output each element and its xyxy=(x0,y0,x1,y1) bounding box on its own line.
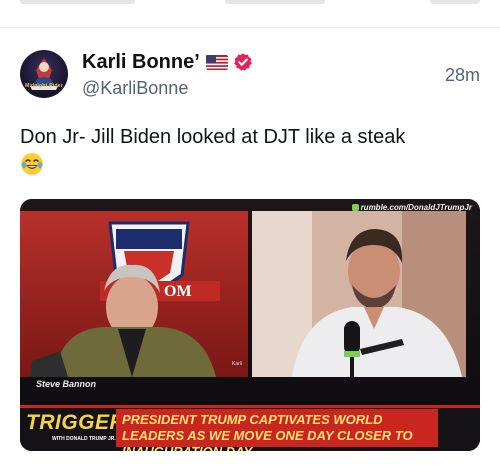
avatar-caption: Midnight Rider xyxy=(25,83,63,89)
video-panel-guest: OM Karli xyxy=(20,211,248,377)
top-divider xyxy=(0,27,500,28)
lower-third-banner: TRIGGERED WITH DONALD TRUMP JR. PRESIDEN… xyxy=(20,405,480,451)
guest-name-label: Steve Bannon xyxy=(36,379,97,389)
guest-scene-illustration xyxy=(20,211,248,377)
timestamp: 28m xyxy=(444,65,480,85)
verified-badge-icon xyxy=(233,53,252,71)
post-header: Midnight Rider Karli Bonne’ @KarliBonne … xyxy=(20,50,480,100)
wall-sign-text: OM xyxy=(164,283,192,300)
top-tab-stub xyxy=(20,0,135,4)
host-scene-illustration xyxy=(252,211,466,377)
top-tab-stub xyxy=(430,0,480,4)
rumble-logo-icon xyxy=(351,204,359,211)
show-subtitle: WITH DONALD TRUMP JR. xyxy=(52,436,116,442)
handle[interactable]: @KarliBonne xyxy=(82,78,188,99)
video-media[interactable]: rumble.com/DonaldJTrumpJr OM Karli Steve… xyxy=(20,199,480,451)
headline-box: PRESIDENT TRUMP CAPTIVATES WORLD LEADERS… xyxy=(116,409,438,451)
video-panel-host xyxy=(252,211,466,377)
us-flag-icon xyxy=(205,54,228,70)
avatar-illustration xyxy=(30,58,58,90)
display-name[interactable]: Karli Bonne’ xyxy=(82,51,200,74)
name-row: Karli Bonne’ xyxy=(82,50,253,74)
avatar[interactable]: Midnight Rider xyxy=(20,50,68,98)
laughing-tears-emoji-icon xyxy=(21,153,43,175)
panel-small-text: Karli xyxy=(231,361,242,367)
post-text: Don Jr- Jill Biden looked at DJT like a … xyxy=(20,126,406,148)
top-tab-stub xyxy=(225,0,325,4)
video-headline: PRESIDENT TRUMP CAPTIVATES WORLD LEADERS… xyxy=(122,412,413,451)
